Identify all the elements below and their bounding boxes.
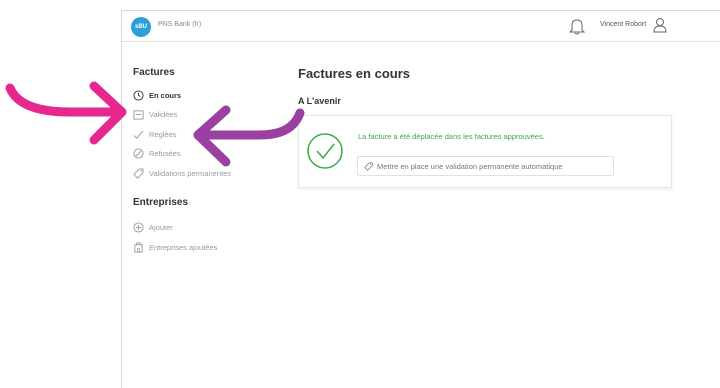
building-icon [134,241,143,253]
sidebar-item-label: Ajouter [149,222,173,232]
clock-icon [133,89,144,101]
success-message: La facture a été déplacée dans les factu… [358,132,545,141]
user-icon[interactable] [653,17,667,33]
refused-icon [133,147,144,159]
sidebar-item-label: En cours [149,90,182,100]
sidebar-item-refusees[interactable]: Refusées [133,146,181,160]
companies-section-title: Entreprises [133,197,189,208]
sidebar-item-label: Validées [149,109,178,119]
sidebar-item-ajouter[interactable]: Ajouter [133,220,173,234]
success-check-icon [307,133,343,169]
tag-icon [364,161,373,171]
app-window: sBU PNS Bank (fr) Vincent Robort Facture… [121,10,720,388]
page-title: Factures en cours [298,66,410,81]
sidebar-item-reglees[interactable]: Reglées [133,127,177,141]
bank-name[interactable]: PNS Bank (fr) [158,21,201,28]
user-name[interactable]: Vincent Robort [600,21,646,28]
sidebar-item-validations-permanentes[interactable]: Validations permanentes [133,166,231,180]
calendar-icon [133,109,144,120]
top-bar: sBU PNS Bank (fr) Vincent Robort [122,11,720,42]
invoices-section-title: Factures [133,67,175,78]
section-title: A L'avenir [298,96,341,106]
checkmark-icon [133,130,144,139]
sidebar-item-label: Entreprises ajoutées [149,242,218,252]
sidebar-item-label: Refusées [149,148,181,158]
success-notice-card: La facture a été déplacée dans les factu… [298,115,672,188]
permanent-validation-label: Mettre en place une validation permanent… [377,161,563,171]
sidebar-item-label: Reglées [149,129,177,139]
bank-logo[interactable]: sBU [131,17,151,37]
tag-icon [133,167,144,179]
sidebar-item-label: Validations permanentes [149,168,231,178]
bell-icon[interactable] [569,17,585,35]
add-circle-icon [133,221,144,233]
sidebar-item-validees[interactable]: Validées [133,107,177,121]
permanent-validation-button[interactable]: Mettre en place une validation permanent… [357,156,614,176]
sidebar-item-entreprises-ajoutees[interactable]: Entreprises ajoutées [133,240,217,254]
pink-arrow [5,81,127,145]
sidebar-item-en-cours[interactable]: En cours [133,88,181,102]
